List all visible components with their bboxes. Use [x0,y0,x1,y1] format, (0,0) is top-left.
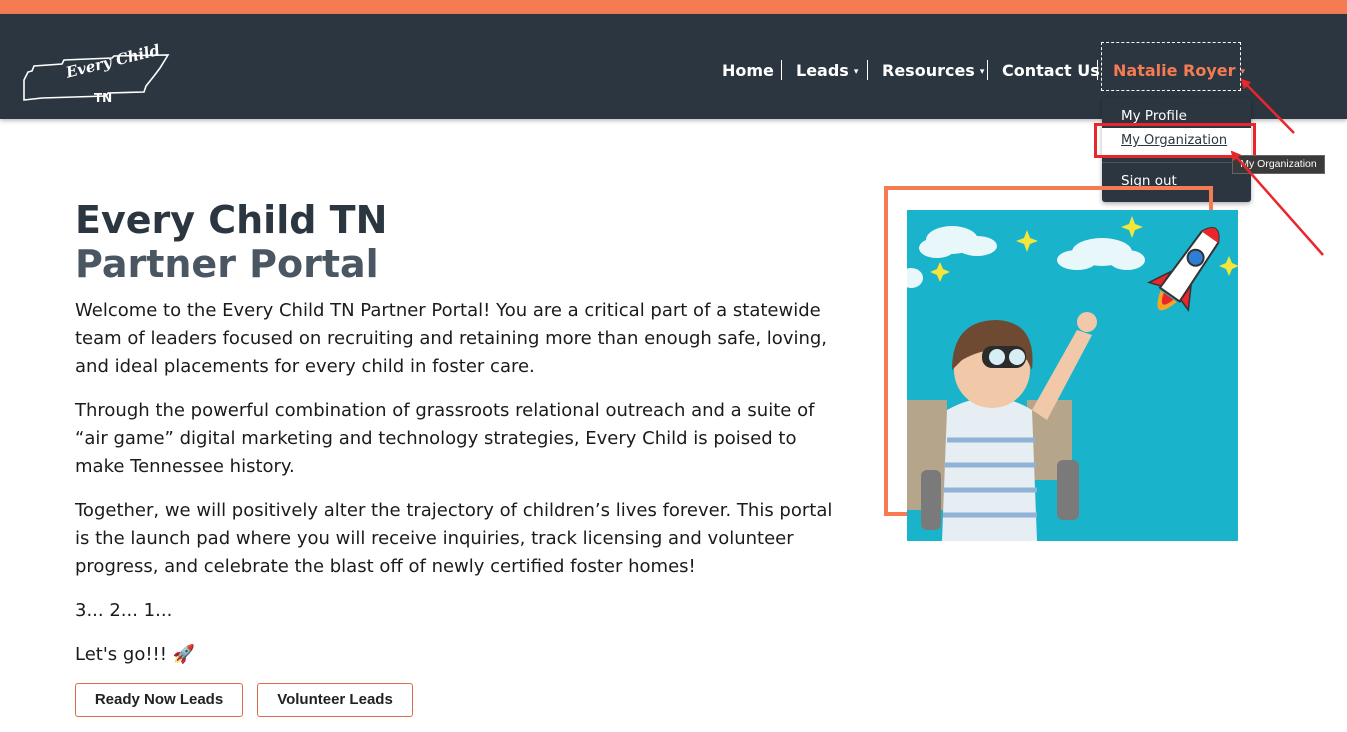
user-name-label: Natalie Royer [1113,61,1236,80]
nav-resources[interactable]: Resources ▾ [882,60,984,82]
caret-down-icon: ▾ [979,67,985,77]
countdown-text: 3... 2... 1... [75,600,173,621]
nav-resources-label: Resources [882,61,975,80]
page-title-line1: Every Child TN [75,198,388,242]
hero-image-child-pilot [907,210,1238,541]
nav-contact-us[interactable]: Contact Us [1002,60,1100,82]
menu-item-my-profile[interactable]: My Profile [1121,108,1187,124]
page-title-line2: Partner Portal [75,242,379,286]
caret-down-icon: ▾ [1240,67,1246,77]
volunteer-leads-button[interactable]: Volunteer Leads [257,683,413,717]
nav-separator [867,60,868,80]
every-child-tn-logo[interactable]: Every Child TN [22,40,172,106]
annotation-highlight-box [1094,123,1256,158]
user-menu-toggle[interactable]: Natalie Royer ▾ [1113,60,1245,82]
caret-down-icon: ▾ [853,67,859,77]
lets-go-text: Let's go!!! 🚀 [75,644,196,665]
mission-paragraph: Together, we will positively alter the t… [75,500,833,577]
nav-separator [1097,60,1098,80]
nav-leads[interactable]: Leads ▾ [796,60,858,82]
top-accent-bar [0,0,1347,14]
menu-divider [1102,162,1251,163]
nav-home[interactable]: Home [722,60,774,82]
nav-separator [781,60,782,80]
ready-now-leads-button[interactable]: Ready Now Leads [75,683,243,717]
nav-separator [987,60,988,80]
intro-paragraph: Welcome to the Every Child TN Partner Po… [75,300,828,377]
tooltip: My Organization [1232,155,1325,174]
nav-leads-label: Leads [796,61,849,80]
logo-text-every: Every Child [63,41,162,82]
strategy-paragraph: Through the powerful combination of gras… [75,400,815,477]
logo-text-tn: TN [94,91,112,105]
page-title: Every Child TN Partner Portal [75,198,387,286]
